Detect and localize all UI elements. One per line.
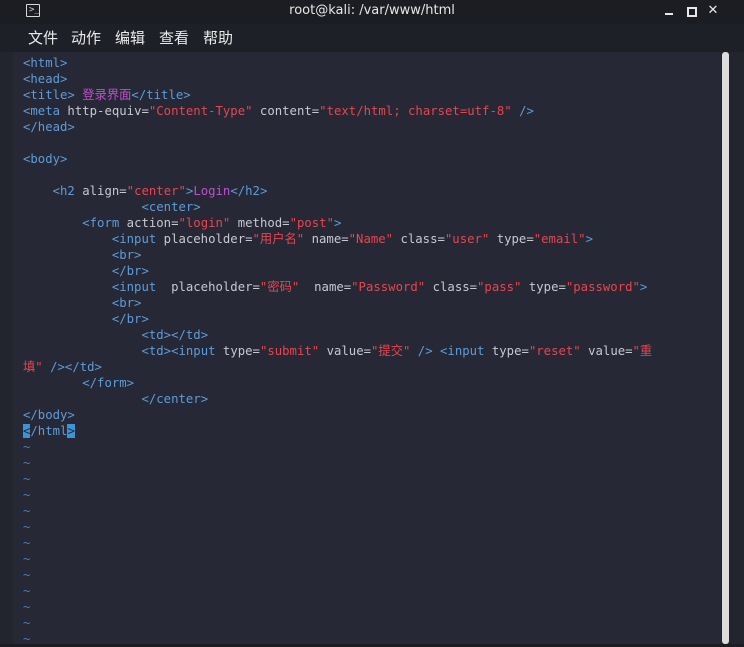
menu-edit[interactable]: 编辑 (115, 28, 145, 48)
code-line: </center> (141, 392, 209, 406)
code-line: <html> (23, 56, 68, 70)
close-icon: ✕ (707, 3, 719, 18)
code-line: </br> (111, 264, 149, 278)
maximize-button[interactable] (684, 4, 698, 18)
code-line: 填" /></td> (23, 360, 102, 374)
code-line: <td><input type="submit" value="提交" /> <… (141, 344, 653, 358)
maximize-icon (687, 7, 697, 17)
empty-line-marker: ~ (23, 488, 31, 502)
empty-line-marker: ~ (23, 456, 31, 470)
window-title: root@kali: /var/www/html (289, 3, 455, 18)
menu-view[interactable]: 查看 (159, 28, 189, 48)
code-text: <html> <head> <title> 登录界面</title> <meta… (23, 55, 652, 647)
empty-line-marker: ~ (23, 600, 31, 614)
code-line: <meta http-equiv="Content-Type" content=… (23, 104, 534, 118)
empty-line-marker: ~ (23, 568, 31, 582)
title-bar[interactable]: >_ root@kali: /var/www/html ✕ (0, 0, 744, 24)
empty-line-marker: ~ (23, 584, 31, 598)
close-button[interactable]: ✕ (706, 4, 720, 18)
empty-line-marker: ~ (23, 520, 31, 534)
scrollbar-thumb[interactable] (722, 52, 729, 644)
code-line: <input placeholder="密码" name="Password" … (111, 280, 648, 294)
empty-line-marker: ~ (23, 536, 31, 550)
empty-line-marker: ~ (23, 552, 31, 566)
code-line: </head> (23, 120, 75, 134)
code-line: <br> (111, 296, 142, 310)
empty-line-marker: ~ (23, 440, 31, 454)
code-line: <br> (111, 248, 142, 262)
code-line: </body> (23, 408, 75, 422)
empty-line-marker: ~ (23, 472, 31, 486)
code-line: <h2 align="center">Login</h2> (52, 184, 268, 198)
minimize-icon (665, 13, 673, 15)
code-line: </html> (23, 424, 75, 438)
code-line: <head> (23, 72, 68, 86)
code-line: <form action="login" method="post"> (82, 216, 342, 230)
code-line: <td></td> (141, 328, 209, 342)
minimize-button[interactable] (662, 4, 676, 18)
empty-line-marker: ~ (23, 504, 31, 518)
code-line: <body> (23, 152, 68, 166)
code-line: <title> 登录界面</title> (23, 88, 191, 102)
empty-line-marker: ~ (23, 616, 31, 630)
menu-file[interactable]: 文件 (28, 28, 58, 48)
code-line: </br> (111, 312, 149, 326)
code-line: </form> (82, 376, 135, 390)
terminal-window: >_ root@kali: /var/www/html ✕ 文件 动作 编辑 查… (0, 0, 744, 647)
menu-help[interactable]: 帮助 (203, 28, 233, 48)
code-line: <input placeholder="用户名" name="Name" cla… (111, 232, 593, 246)
menu-action[interactable]: 动作 (71, 28, 101, 48)
menu-bar: 文件 动作 编辑 查看 帮助 (0, 24, 744, 52)
code-line: <center> (141, 200, 201, 214)
scrollbar[interactable] (721, 52, 731, 644)
vim-editor[interactable]: <html> <head> <title> 登录界面</title> <meta… (13, 52, 721, 647)
